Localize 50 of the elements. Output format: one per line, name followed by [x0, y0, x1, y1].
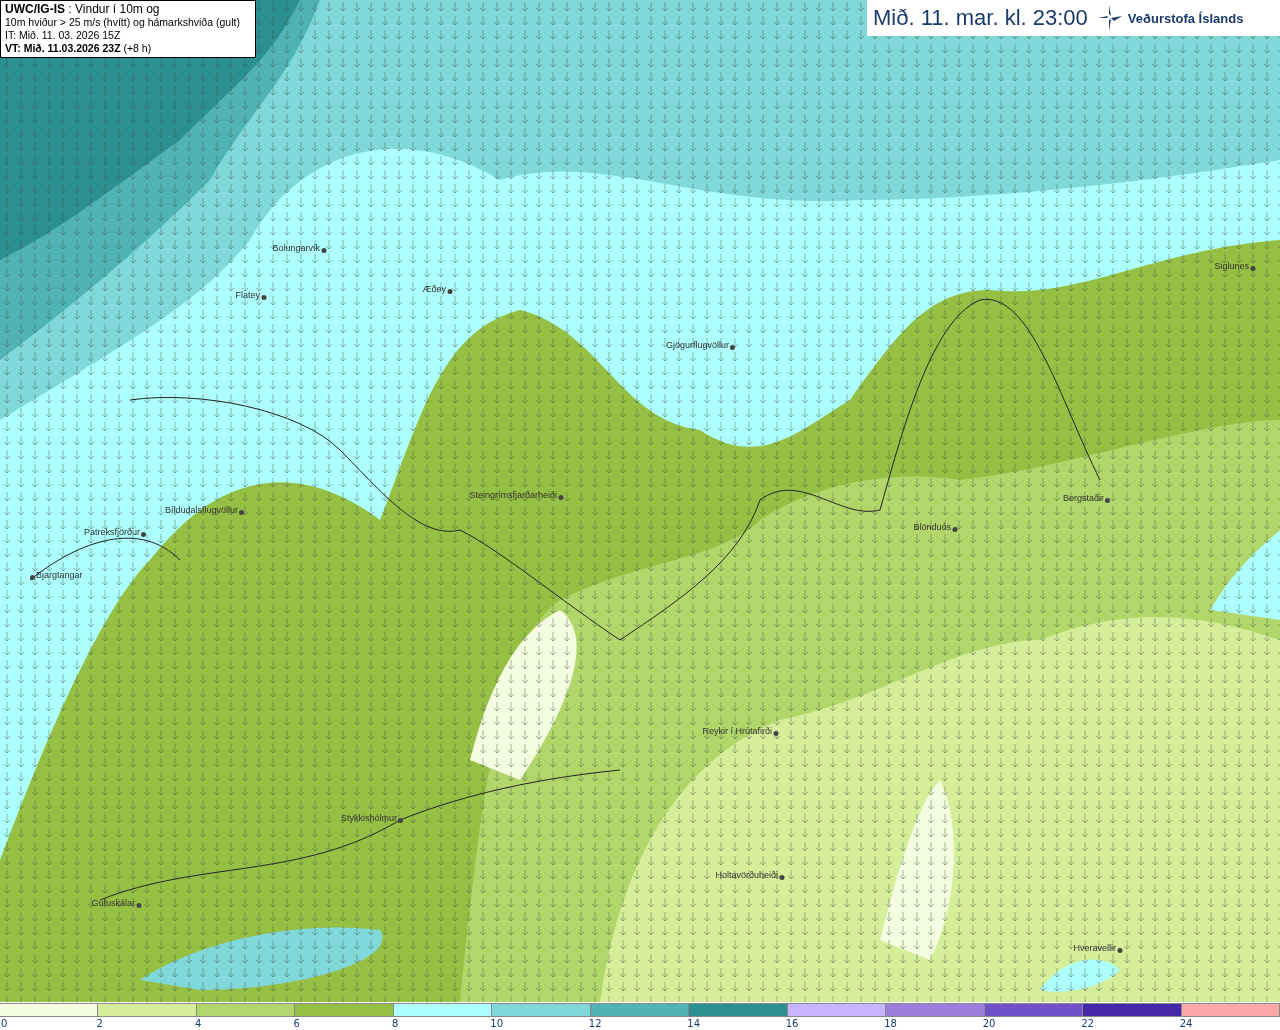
legend-tick-label: 6	[293, 1017, 300, 1030]
legend-tick-label: 4	[194, 1017, 202, 1030]
station-label: Reykir í Hrútafirði	[702, 726, 772, 736]
station-dot-icon	[1105, 498, 1110, 503]
station-label: Stykkishólmur	[341, 813, 397, 823]
station-dot-icon	[141, 532, 146, 537]
station-label: Siglunes	[1214, 261, 1249, 271]
station-dot-icon	[1117, 948, 1122, 953]
station-label: Patreksfjörður	[83, 527, 140, 537]
station-label: Steingrímsfjarðarheiði	[469, 490, 557, 500]
station-dot-icon	[30, 575, 35, 580]
legend-tick-label: 20	[982, 1017, 996, 1030]
station-label: Flatey	[235, 290, 260, 300]
legend-tick-label: 12	[588, 1017, 602, 1030]
station-dot-icon	[1250, 266, 1255, 271]
station-label: Holtavörðuheiði	[715, 870, 778, 880]
station-dot-icon	[773, 731, 778, 736]
station-dot-icon	[952, 527, 957, 532]
info-text: VT: Mið. 11.03.2026 23Z (+8 h)	[5, 42, 153, 55]
legend-tick-label: 18	[884, 1017, 897, 1030]
info-text: IT: Mið. 11. 03. 2026 15Z	[5, 29, 122, 42]
station-dot-icon	[558, 495, 563, 500]
station-dot-icon	[261, 295, 266, 300]
station-label: Bolungarvík	[272, 243, 320, 253]
station-label: Bjargtangar	[36, 570, 83, 580]
station-label: Æðey	[422, 284, 446, 294]
station-dot-icon	[398, 818, 403, 823]
legend-tick-label: 8	[391, 1017, 399, 1030]
legend-tick-label: 0	[1, 1017, 8, 1030]
forecast-time-title: Mið. 11. mar. kl. 23:00	[873, 5, 1088, 31]
legend-tick-label: 2	[96, 1017, 103, 1030]
station-dot-icon	[239, 510, 244, 515]
station-label: Blönduós	[913, 522, 951, 532]
legend-tick-label: 24	[1179, 1017, 1193, 1030]
info-text: 10m hviður > 25 m/s (hvítt) og hámarkshviða (gult)	[5, 16, 241, 29]
station-label: Gufuskálar	[91, 898, 135, 908]
station-dot-icon	[730, 345, 735, 350]
station-label: Gjögurflugvöllur	[665, 340, 729, 350]
station-dot-icon	[779, 875, 784, 880]
legend-tick-label: 14	[687, 1017, 700, 1030]
info-text: UWC/IG-IS : Vindur í 10m og	[5, 3, 161, 16]
station-dot-icon	[447, 289, 452, 294]
station-dot-icon	[321, 248, 326, 253]
brand-name: Veðurstofa Íslands	[1127, 10, 1244, 26]
legend-tick-label: 16	[785, 1017, 799, 1030]
station-dot-icon	[136, 903, 141, 908]
station-label: Bergstaðir	[1062, 493, 1104, 503]
legend-tick-label: 10	[490, 1017, 504, 1030]
station-label: Hveravellir	[1073, 943, 1116, 953]
legend-tick-label: 22	[1081, 1017, 1094, 1030]
